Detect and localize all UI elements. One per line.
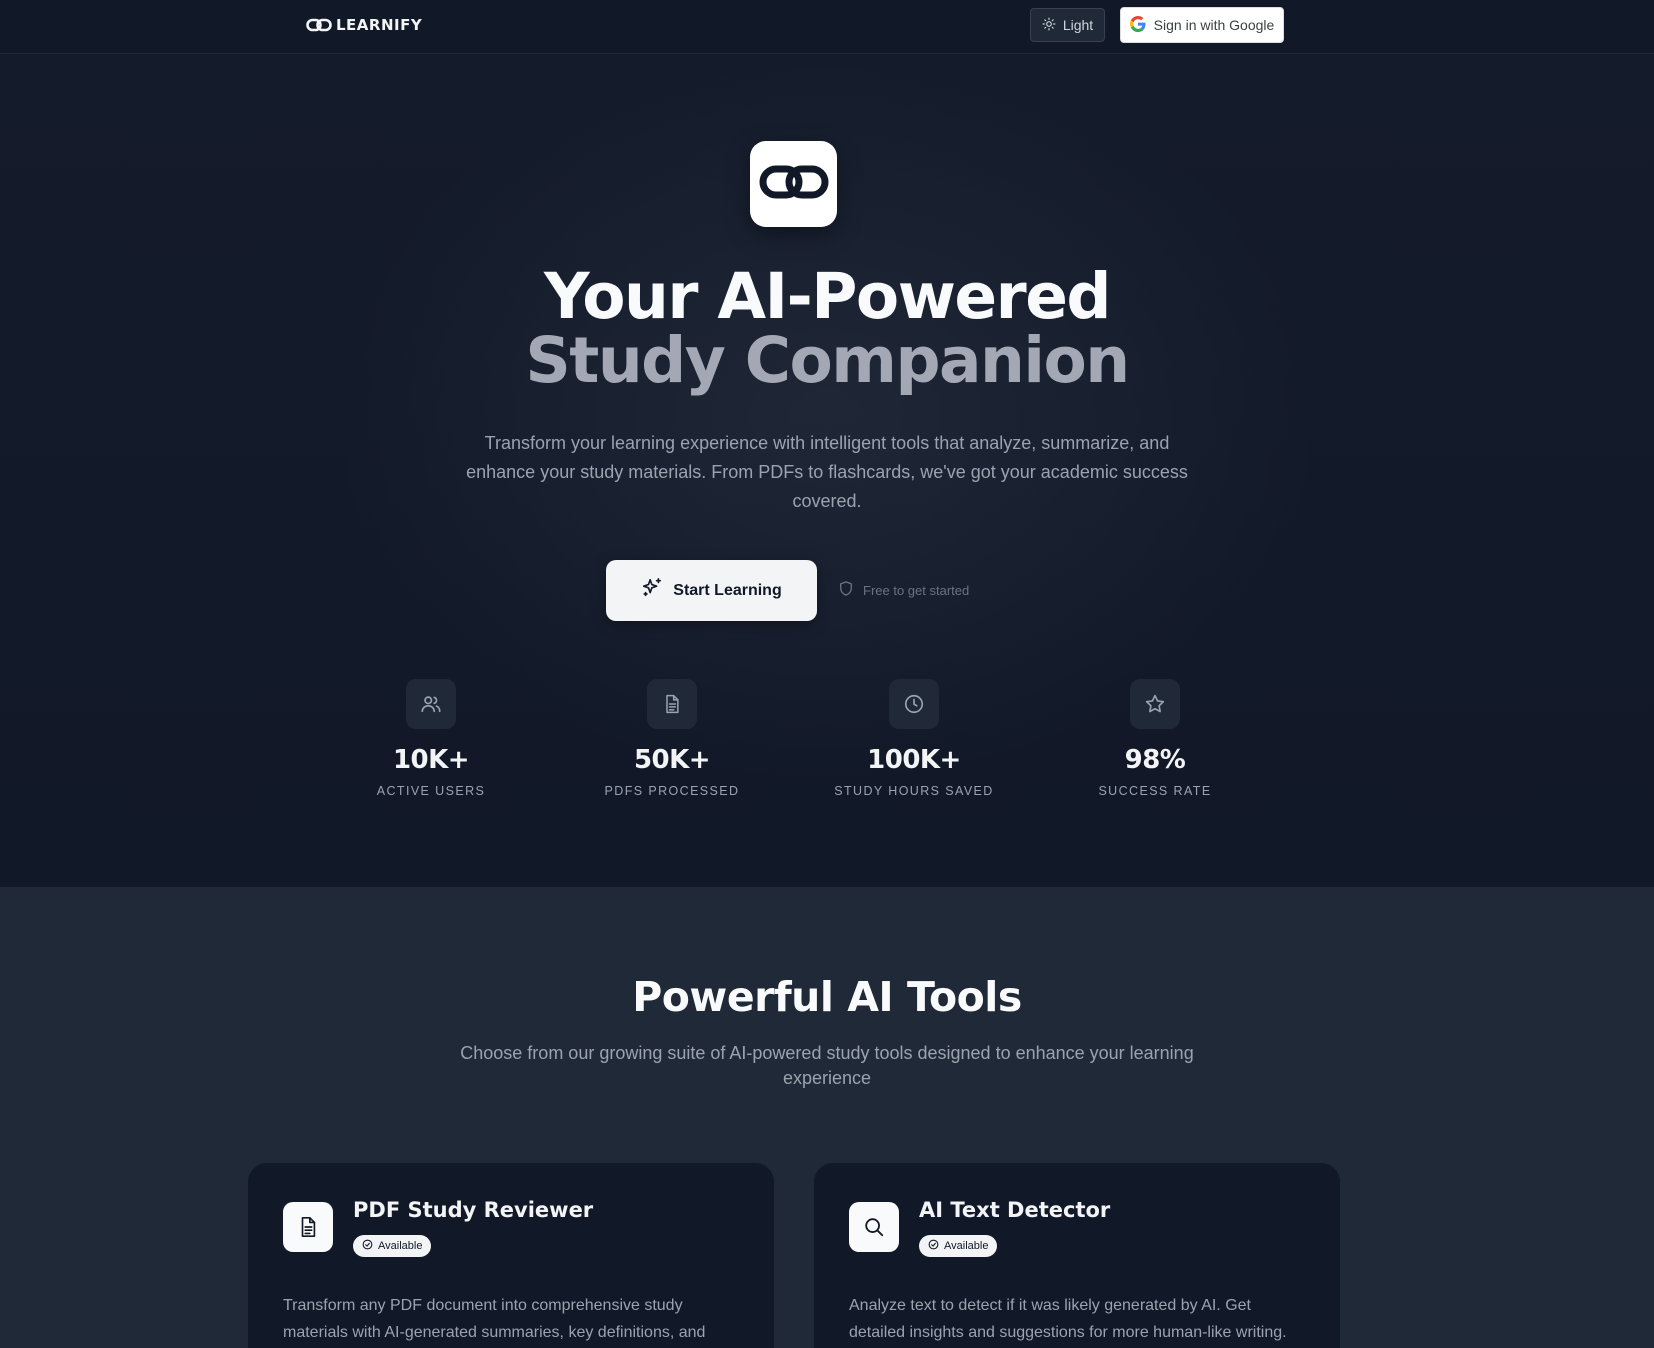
theme-toggle-label: Light [1062,17,1094,33]
theme-toggle-button[interactable]: Light [1030,8,1105,42]
status-badge-label: Available [944,1240,989,1252]
headline-line-1: Your AI-Powered [543,260,1112,333]
tool-card-title: PDF Study Reviewer [353,1198,594,1222]
google-sign-in-button[interactable]: Sign in with Google [1120,7,1284,43]
stat-pdfs-processed: 50K+ PDFS PROCESSED [572,679,772,798]
status-badge: Available [919,1235,998,1257]
clock-icon [889,679,939,729]
tool-card-title: AI Text Detector [919,1198,1111,1222]
tool-card-pdf-study-reviewer[interactable]: PDF Study Reviewer Available Transform a… [247,1162,775,1348]
sparkles-icon [641,577,663,604]
star-icon [1130,679,1180,729]
brand-name: LEARNIFY [336,16,423,34]
document-icon [283,1202,333,1252]
tools-section: Powerful AI Tools Choose from our growin… [0,887,1654,1348]
stat-value: 10K+ [392,745,470,775]
google-icon [1129,15,1146,35]
status-badge: Available [353,1235,432,1257]
status-badge-label: Available [378,1240,423,1252]
stat-label: SUCCESS RATE [1098,784,1212,798]
top-navbar: LEARNIFY Light Sign in with Google [0,0,1654,54]
tools-subtitle: Choose from our growing suite of AI-powe… [460,1043,1194,1088]
stat-value: 98% [1124,745,1186,775]
shield-icon [838,580,854,600]
tool-card-description: Transform any PDF document into comprehe… [283,1297,706,1341]
hero-headline: Your AI-Powered Study Companion [0,265,1654,393]
check-circle-icon [362,1239,373,1253]
check-circle-icon [928,1239,939,1253]
stat-success-rate: 98% SUCCESS RATE [1055,679,1255,798]
stat-label: STUDY HOURS SAVED [834,784,994,798]
stat-active-users: 10K+ ACTIVE USERS [331,679,531,798]
hero-logo [750,141,837,227]
start-learning-label: Start Learning [673,581,782,599]
stat-value: 50K+ [633,745,711,775]
users-icon [406,679,456,729]
sun-icon [1042,17,1056,34]
start-learning-button[interactable]: Start Learning [606,560,817,621]
link-chain-icon [306,18,332,32]
free-note: Free to get started [838,580,969,600]
link-chain-icon [759,164,829,205]
headline-line-2: Study Companion [525,324,1130,397]
brand-logo[interactable]: LEARNIFY [306,14,422,36]
stat-value: 100K+ [867,745,961,775]
tool-card-ai-text-detector[interactable]: AI Text Detector Available Analyze text … [813,1162,1341,1348]
stat-study-hours-saved: 100K+ STUDY HOURS SAVED [814,679,1014,798]
document-icon [647,679,697,729]
tool-card-description: Analyze text to detect if it was likely … [849,1297,1287,1341]
hero-section: Your AI-Powered Study Companion Transfor… [0,55,1654,887]
hero-subtitle: Transform your learning experience with … [466,433,1188,511]
tools-title: Powerful AI Tools [632,973,1022,1021]
stat-label: PDFS PROCESSED [604,784,740,798]
search-icon [849,1202,899,1252]
free-note-text: Free to get started [863,582,970,598]
google-sign-in-label: Sign in with Google [1153,17,1275,33]
stat-label: ACTIVE USERS [376,784,486,798]
